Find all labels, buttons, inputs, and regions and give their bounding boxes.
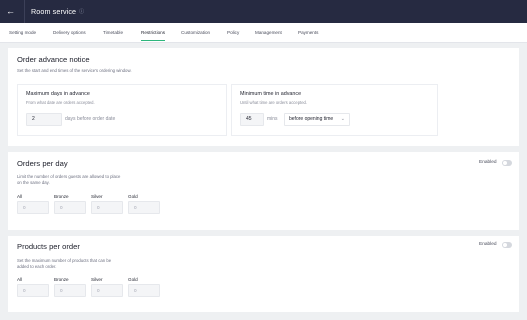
- orders-per-day-toggle-label: Enabled: [479, 160, 497, 165]
- order-advance-description: Set the start and end times of the servi…: [17, 68, 132, 73]
- tier-label-silver: Silver: [91, 194, 103, 199]
- min-time-title: Minimum time in advance: [240, 91, 302, 97]
- tab-timetable[interactable]: Timetable: [103, 23, 123, 43]
- products-all-input[interactable]: 0: [17, 284, 49, 297]
- tier-label-gold: Gold: [128, 277, 138, 282]
- products-bronze-input[interactable]: 0: [54, 284, 86, 297]
- orders-per-day-toggle[interactable]: [502, 160, 512, 166]
- products-per-order-title: Products per order: [17, 242, 80, 251]
- top-bar: ← Room service ⓘ: [0, 0, 527, 23]
- tier-label-bronze: Bronze: [54, 277, 69, 282]
- tier-label-bronze: Bronze: [54, 194, 69, 199]
- max-days-title: Maximum days in advance: [26, 91, 90, 97]
- chevron-down-icon: ⌄: [340, 116, 345, 122]
- orders-all-input[interactable]: 0: [17, 201, 49, 214]
- toggle-knob: [503, 161, 507, 165]
- order-advance-card: Order advance notice Set the start and e…: [8, 48, 519, 146]
- min-time-unit: mins: [267, 116, 278, 122]
- max-days-description: From what date are orders accepted.: [26, 100, 95, 105]
- tab-delivery-options[interactable]: Delivery options: [53, 23, 86, 43]
- tier-label-all: All: [17, 194, 23, 199]
- toggle-knob: [503, 243, 507, 247]
- orders-silver-input[interactable]: 0: [91, 201, 123, 214]
- tab-customization[interactable]: Customization: [181, 23, 210, 43]
- min-time-panel: Minimum time in advance Until what time …: [231, 84, 438, 136]
- products-per-order-description-2: added to each order.: [17, 264, 57, 269]
- orders-per-day-title: Orders per day: [17, 159, 68, 168]
- order-advance-title: Order advance notice: [17, 55, 90, 64]
- tab-payments[interactable]: Payments: [298, 23, 318, 43]
- max-days-unit: days before order date: [65, 116, 116, 122]
- tier-label-all: All: [17, 277, 23, 282]
- products-silver-input[interactable]: 0: [91, 284, 123, 297]
- products-gold-input[interactable]: 0: [128, 284, 160, 297]
- tab-policy[interactable]: Policy: [227, 23, 239, 43]
- info-icon[interactable]: ⓘ: [79, 8, 84, 15]
- orders-per-day-card: Orders per day Enabled Limit the number …: [8, 152, 519, 230]
- min-time-input[interactable]: 45: [240, 113, 264, 126]
- max-days-panel: Maximum days in advance From what date a…: [17, 84, 227, 136]
- min-time-select[interactable]: before opening time ⌄: [284, 113, 350, 126]
- tab-management[interactable]: Management: [255, 23, 282, 43]
- page-title: Room service: [31, 7, 77, 16]
- max-days-input[interactable]: 2: [26, 113, 62, 126]
- tier-label-silver: Silver: [91, 277, 103, 282]
- orders-bronze-input[interactable]: 0: [54, 201, 86, 214]
- products-per-order-toggle[interactable]: [502, 242, 512, 248]
- products-per-order-card: Products per order Enabled Set the maxim…: [8, 236, 519, 312]
- min-time-description: Until what time are orders accepted.: [240, 100, 308, 105]
- arrow-left-icon[interactable]: ←: [6, 7, 20, 16]
- header-divider: [24, 0, 25, 23]
- tab-bar: Setting mode Delivery options Timetable …: [0, 23, 527, 43]
- min-time-select-value: before opening time: [289, 116, 334, 122]
- tab-setting-mode[interactable]: Setting mode: [9, 23, 36, 43]
- products-per-order-toggle-label: Enabled: [479, 242, 497, 247]
- tab-restrictions[interactable]: Restrictions: [141, 23, 165, 43]
- tier-label-gold: Gold: [128, 194, 138, 199]
- orders-gold-input[interactable]: 0: [128, 201, 160, 214]
- orders-per-day-description-2: on the same day.: [17, 180, 50, 185]
